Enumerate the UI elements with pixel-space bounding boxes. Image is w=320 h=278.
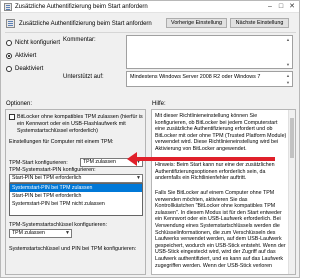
comment-label: Kommentar: [63,37,96,43]
radio-button[interactable] [6,66,12,72]
dropdown-option[interactable]: Systemstart-PIN bei TPM nicht zulassen [10,200,142,208]
radio-label: Deaktiviert [15,66,44,72]
option-line: Systemstartschlüssel erforderlich) [17,128,98,134]
tpm-key-value: TPM zulassen [12,230,45,236]
scroll-up-icon[interactable]: ▲ [285,73,291,78]
annotation-arrow-head-icon [127,152,137,166]
tpm-key-pin-label: Systemstartschlüssel und PIN bei TPM kon… [9,246,137,252]
tpm-key-select[interactable]: TPM zulassen ▼ [9,229,72,238]
setting-title: Zusätzliche Authentifizierung beim Start… [19,21,152,27]
supported-on-field: Mindestens Windows Server 2008 R2 oder W… [126,71,293,87]
allow-without-tpm-checkbox[interactable] [9,114,15,120]
radio-enabled[interactable]: Aktiviert [6,53,36,59]
window-controls: – □ ✕ [266,3,296,11]
option-line: BitLocker ohne kompatibles TPM zulassen … [17,114,143,120]
tpm-start-label: TPM-Start konfigurieren: [9,160,68,166]
help-label: Hilfe: [152,101,166,107]
tpm-pin-label: TPM-Systemstart-PIN konfigurieren: [9,167,96,173]
radio-label: Nicht konfiguriert [15,40,61,46]
tpm-pin-dropdown-list: Systemstart-PIN bei TPM zulassen Start-P… [9,183,143,216]
help-paragraph: Falls Sie BitLocker auf einem Computer o… [155,190,286,269]
help-scrollbar[interactable] [288,110,295,274]
dropdown-option[interactable]: Systemstart-PIN bei TPM zulassen [10,184,142,192]
divider [5,32,296,33]
radio-button[interactable] [6,40,12,46]
radio-label: Aktiviert [15,53,37,59]
maximize-icon[interactable]: □ [277,3,285,11]
close-icon[interactable]: ✕ [288,3,296,11]
annotation-arrow [135,157,275,161]
comment-field[interactable]: ▲ ▼ [126,35,293,69]
help-pane: Mit dieser Richtlinieneinstellung können… [151,109,296,275]
scroll-down-icon[interactable]: ▼ [285,62,291,67]
radio-button[interactable] [6,53,12,59]
help-paragraph: Mit dieser Richtlinieneinstellung können… [155,113,287,152]
tpm-pin-select[interactable]: Start-PIN bei TPM erforderlich ▼ [9,174,143,183]
next-setting-button[interactable]: Nächste Einstellung [230,18,289,28]
dropdown-option[interactable]: Start-PIN bei TPM erforderlich [10,192,142,200]
option-line: ein Kennwort oder ein USB-Flashlaufwerk … [17,121,126,127]
supported-on-label: Unterstützt auf: [63,74,104,80]
policy-icon [4,3,12,11]
title-bar: Zusätzliche Authentifizierung beim Start… [1,1,299,13]
minimize-icon[interactable]: – [266,3,274,11]
tpm-key-label: TPM-Systemstartschlüssel konfigurieren: [9,222,107,228]
radio-not-configured[interactable]: Nicht konfiguriert [6,40,60,46]
options-pane: BitLocker ohne kompatibles TPM zulassen … [5,109,146,275]
chevron-down-icon[interactable]: ▼ [65,230,70,237]
chevron-down-icon[interactable]: ▼ [136,175,141,182]
setting-icon [6,19,15,28]
policy-dialog: Zusätzliche Authentifizierung beim Start… [0,0,300,278]
tpm-start-value: TPM zulassen [83,159,116,165]
option-line: Einstellungen für Computer mit einem TPM… [9,139,114,145]
scrollbar-thumb[interactable] [290,118,294,158]
options-label: Optionen: [6,101,33,107]
tpm-pin-value: Start-PIN bei TPM erforderlich [12,175,82,181]
supported-on-value: Mindestens Windows Server 2008 R2 oder W… [130,74,261,80]
scroll-down-icon[interactable]: ▼ [285,80,291,85]
scroll-up-icon[interactable]: ▲ [285,37,291,42]
radio-disabled[interactable]: Deaktiviert [6,66,43,72]
previous-setting-button[interactable]: Vorherige Einstellung [166,18,227,28]
help-paragraph: Hinweis: Beim Start kann nur eine der zu… [155,162,275,182]
window-title: Zusätzliche Authentifizierung beim Start… [15,4,148,10]
